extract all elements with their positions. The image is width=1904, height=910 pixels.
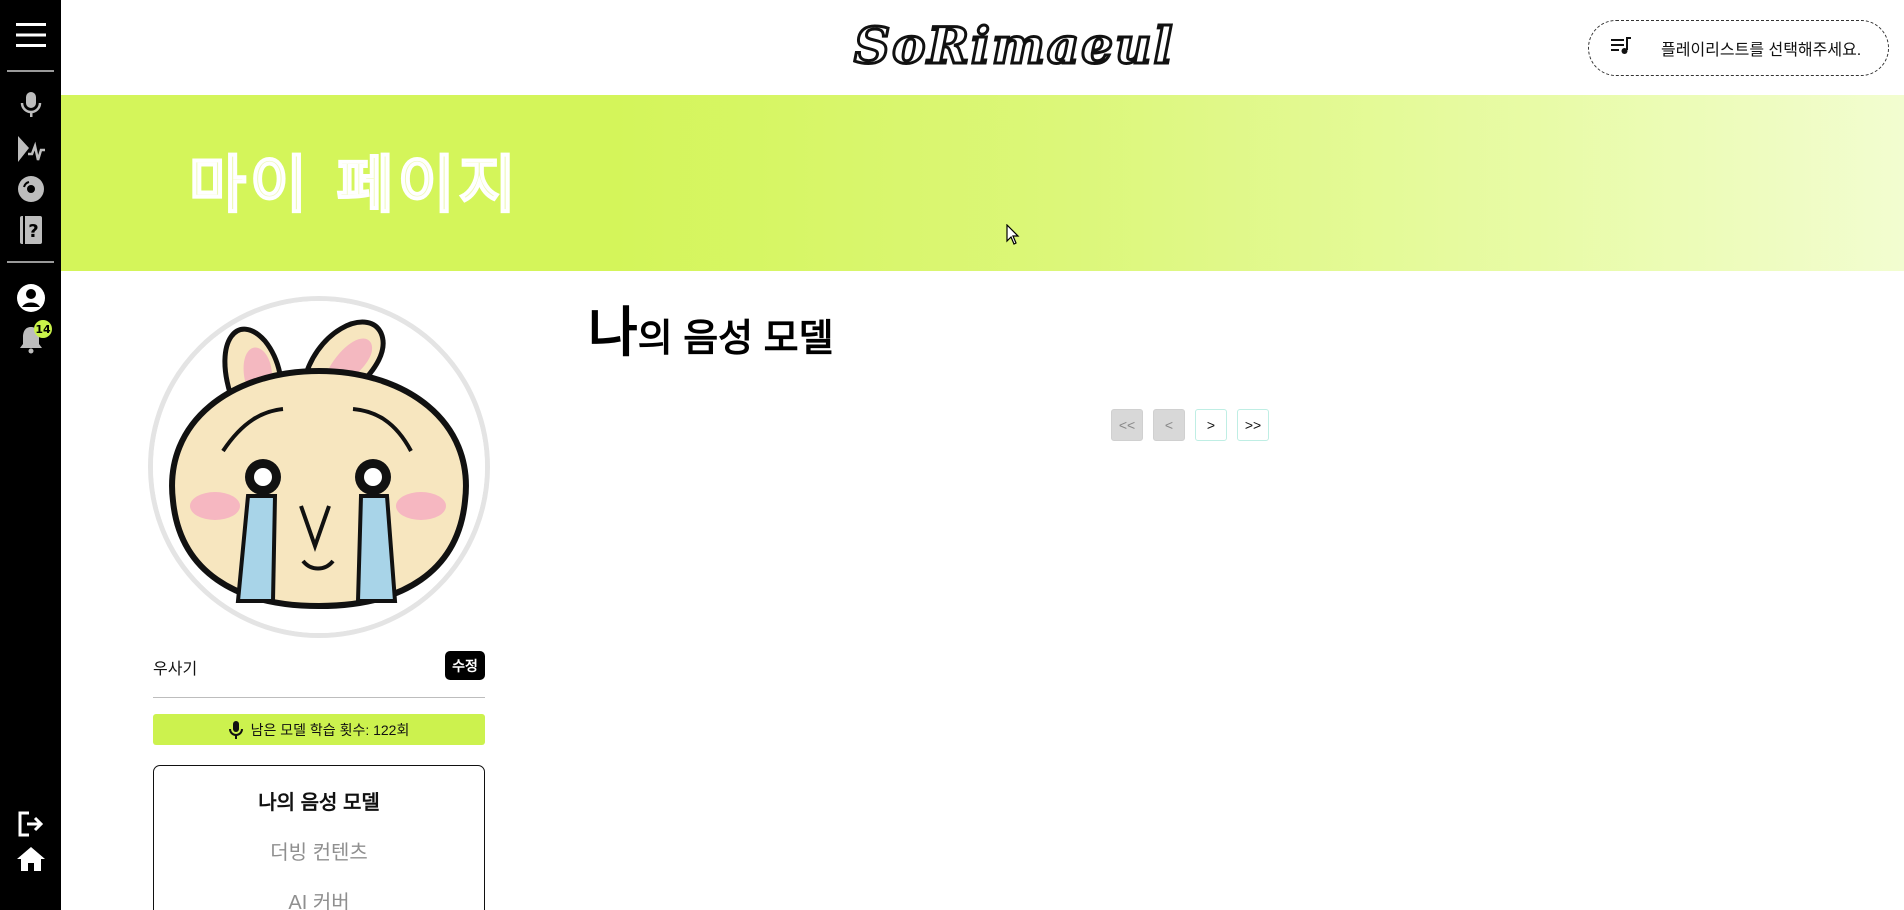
logo-text: SoRimaeul xyxy=(853,15,1175,77)
microphone-icon[interactable] xyxy=(0,90,61,120)
notification-badge: 14 xyxy=(34,320,52,338)
playlist-icon xyxy=(1611,37,1631,59)
voice-wave-icon[interactable] xyxy=(0,133,61,165)
avatar[interactable] xyxy=(148,296,490,638)
user-profile-icon[interactable] xyxy=(0,283,61,313)
logout-icon[interactable] xyxy=(0,811,61,837)
last-page-button[interactable]: >> xyxy=(1237,409,1269,441)
remaining-label: 남은 모델 학습 횟수: 122회 xyxy=(250,721,410,738)
menu-item-ai-cover[interactable]: AI 커버 xyxy=(154,886,484,910)
left-nav-rail: ? 14 xyxy=(0,0,61,910)
page-title-rest: 의 음성 모델 xyxy=(637,318,834,360)
logo[interactable]: SoRimaeul xyxy=(853,15,1175,77)
menu-item-dubbing-content[interactable]: 더빙 컨텐츠 xyxy=(154,836,484,865)
top-header: SoRimaeul 플레이리스트를 선택해주세요. xyxy=(61,0,1904,95)
edit-profile-button[interactable]: 수정 xyxy=(445,651,485,680)
next-page-button[interactable]: > xyxy=(1195,409,1227,441)
profile-menu: 나의 음성 모델 더빙 컨텐츠 AI 커버 xyxy=(153,765,485,910)
microphone-icon xyxy=(228,720,243,739)
mouse-cursor-icon xyxy=(1006,223,1020,250)
playlist-select-button[interactable]: 플레이리스트를 선택해주세요. xyxy=(1588,20,1889,76)
menu-icon[interactable] xyxy=(0,16,61,54)
svg-text:?: ? xyxy=(28,221,38,242)
menu-item-my-voice-model[interactable]: 나의 음성 모델 xyxy=(154,786,484,815)
help-book-icon[interactable]: ? xyxy=(0,215,61,245)
page-title-first: 나 xyxy=(588,303,638,363)
banner-title: 마이 페이지 xyxy=(188,147,520,222)
username: 우사기 xyxy=(153,661,198,678)
rail-divider xyxy=(7,261,54,263)
first-page-button[interactable]: << xyxy=(1111,409,1143,441)
remaining-training-count: 남은 모델 학습 횟수: 122회 xyxy=(153,714,485,745)
rail-divider xyxy=(7,70,54,72)
page-title: 나의 음성 모델 xyxy=(588,303,834,370)
page-banner: 마이 페이지 xyxy=(61,95,1904,271)
pagination: << < > >> xyxy=(1111,409,1269,441)
playlist-label: 플레이리스트를 선택해주세요. xyxy=(1661,42,1862,59)
disc-icon[interactable] xyxy=(0,174,61,204)
prev-page-button[interactable]: < xyxy=(1153,409,1185,441)
profile-divider xyxy=(153,697,485,698)
home-icon[interactable] xyxy=(0,845,61,873)
